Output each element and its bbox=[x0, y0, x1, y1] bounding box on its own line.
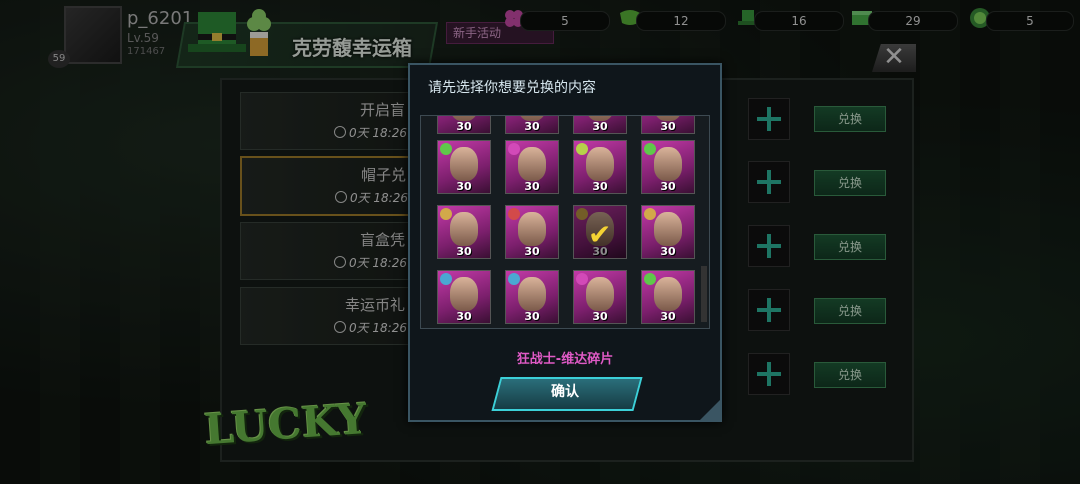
item-grid[interactable]: 30 30 30 30 30 30 30 30 30 30 ✔ 30 30 30 30 30 30 bbox=[420, 115, 710, 329]
fragment-count: 30 bbox=[456, 180, 472, 193]
hero-portrait bbox=[654, 277, 682, 311]
fragment-count: 30 bbox=[456, 310, 472, 323]
hero-fragment-tile[interactable]: 30 bbox=[505, 140, 559, 194]
hero-class-icon bbox=[576, 273, 588, 285]
hero-class-icon bbox=[440, 143, 452, 155]
fragment-count: 30 bbox=[524, 310, 540, 323]
hero-portrait bbox=[518, 212, 546, 246]
hero-fragment-tile[interactable]: 30 bbox=[641, 116, 695, 134]
fragment-count: 30 bbox=[592, 120, 608, 133]
hero-class-icon bbox=[508, 273, 520, 285]
hero-class-icon bbox=[440, 273, 452, 285]
hero-fragment-tile[interactable]: 30 bbox=[573, 116, 627, 134]
fragment-count: 30 bbox=[660, 310, 676, 323]
hero-fragment-tile[interactable]: 30 bbox=[641, 270, 695, 324]
hero-class-icon bbox=[508, 208, 520, 220]
hero-fragment-tile[interactable]: 30 bbox=[437, 116, 491, 134]
hero-portrait bbox=[586, 147, 614, 181]
fragment-count: 30 bbox=[456, 120, 472, 133]
confirm-button[interactable]: 确认 bbox=[496, 377, 634, 407]
hero-fragment-tile[interactable]: 30 bbox=[505, 116, 559, 134]
selected-item-name: 狂战士-维达碎片 bbox=[516, 352, 614, 367]
dialog-title: 请先选择你想要兑换的内容 bbox=[428, 80, 596, 96]
hero-fragment-tile[interactable]: 30 bbox=[437, 140, 491, 194]
hero-fragment-tile[interactable]: 30 bbox=[641, 205, 695, 259]
fragment-count: 30 bbox=[660, 180, 676, 193]
hero-portrait bbox=[450, 212, 478, 246]
fragment-count: 30 bbox=[524, 245, 540, 258]
hero-portrait bbox=[654, 212, 682, 246]
hero-fragment-tile[interactable]: ✔ 30 bbox=[573, 205, 627, 259]
hero-class-icon bbox=[644, 143, 656, 155]
hero-portrait bbox=[450, 277, 478, 311]
hero-portrait bbox=[586, 277, 614, 311]
fragment-count: 30 bbox=[660, 120, 676, 133]
hero-fragment-tile[interactable]: 30 bbox=[573, 140, 627, 194]
dialog-corner-decoration bbox=[698, 398, 722, 422]
hero-class-icon bbox=[440, 208, 452, 220]
grid-scrollbar[interactable] bbox=[701, 266, 707, 322]
fragment-count: 30 bbox=[592, 180, 608, 193]
hero-fragment-tile[interactable]: 30 bbox=[505, 205, 559, 259]
hero-fragment-tile[interactable]: 30 bbox=[641, 140, 695, 194]
hero-class-icon bbox=[644, 273, 656, 285]
fragment-count: 30 bbox=[524, 180, 540, 193]
hero-fragment-tile[interactable]: 30 bbox=[573, 270, 627, 324]
selected-check-icon: ✔ bbox=[588, 218, 612, 251]
hero-class-icon bbox=[576, 208, 588, 220]
fragment-count: 30 bbox=[456, 245, 472, 258]
hero-portrait bbox=[654, 147, 682, 181]
hero-portrait bbox=[450, 147, 478, 181]
hero-class-icon bbox=[508, 143, 520, 155]
hero-class-icon bbox=[576, 143, 588, 155]
exchange-select-dialog: 请先选择你想要兑换的内容 30 30 30 30 30 30 30 30 30 30 ✔ 30 30 30… bbox=[408, 63, 722, 422]
fragment-count: 30 bbox=[660, 245, 676, 258]
fragment-count: 30 bbox=[524, 120, 540, 133]
hero-class-icon bbox=[644, 208, 656, 220]
hero-fragment-tile[interactable]: 30 bbox=[437, 270, 491, 324]
hero-fragment-tile[interactable]: 30 bbox=[505, 270, 559, 324]
hero-portrait bbox=[518, 277, 546, 311]
hero-fragment-tile[interactable]: 30 bbox=[437, 205, 491, 259]
hero-portrait bbox=[518, 147, 546, 181]
fragment-count: 30 bbox=[592, 310, 608, 323]
